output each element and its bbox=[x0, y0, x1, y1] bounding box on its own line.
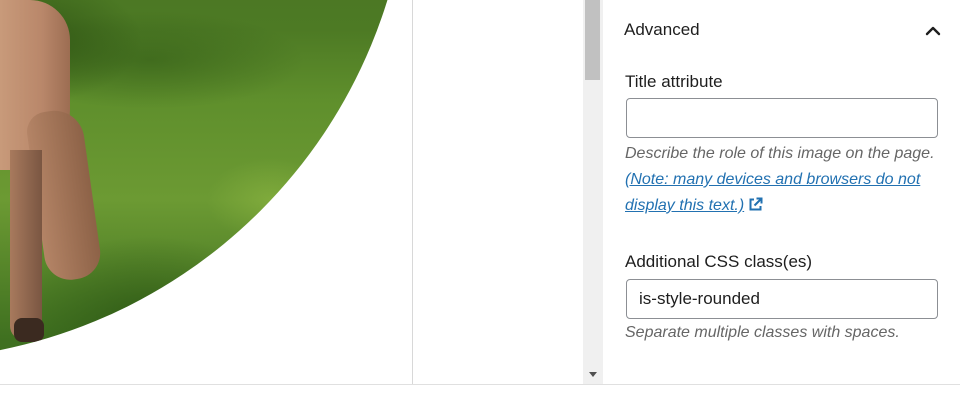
css-class-label: Additional CSS class(es) bbox=[625, 252, 813, 271]
scroll-down-arrow-icon[interactable] bbox=[589, 372, 597, 377]
footer-divider bbox=[0, 384, 960, 385]
title-attribute-help-link[interactable]: (Note: many devices and browsers do not … bbox=[625, 171, 920, 214]
fox-paw bbox=[14, 318, 44, 342]
title-attribute-label: Title attribute bbox=[625, 72, 723, 91]
sidebar-scrollbar[interactable] bbox=[583, 0, 603, 384]
css-class-help: Separate multiple classes with spaces. bbox=[625, 324, 900, 341]
canvas-divider bbox=[412, 0, 413, 384]
fox-leg bbox=[10, 150, 42, 340]
chevron-up-icon[interactable] bbox=[924, 22, 942, 40]
scrollbar-thumb[interactable] bbox=[585, 0, 600, 80]
advanced-panel-toggle[interactable]: Advanced bbox=[624, 20, 942, 44]
css-class-input[interactable] bbox=[626, 279, 938, 319]
external-link-icon[interactable] bbox=[747, 196, 764, 213]
title-attribute-help-text: Describe the role of this image on the p… bbox=[625, 145, 935, 162]
title-attribute-help: Describe the role of this image on the p… bbox=[625, 141, 935, 219]
block-settings-sidebar: Advanced Title attribute Describe the ro… bbox=[604, 0, 960, 384]
advanced-section-title: Advanced bbox=[624, 20, 700, 39]
selected-image-block[interactable] bbox=[0, 0, 410, 360]
editor-canvas bbox=[0, 0, 412, 384]
title-attribute-input[interactable] bbox=[626, 98, 938, 138]
